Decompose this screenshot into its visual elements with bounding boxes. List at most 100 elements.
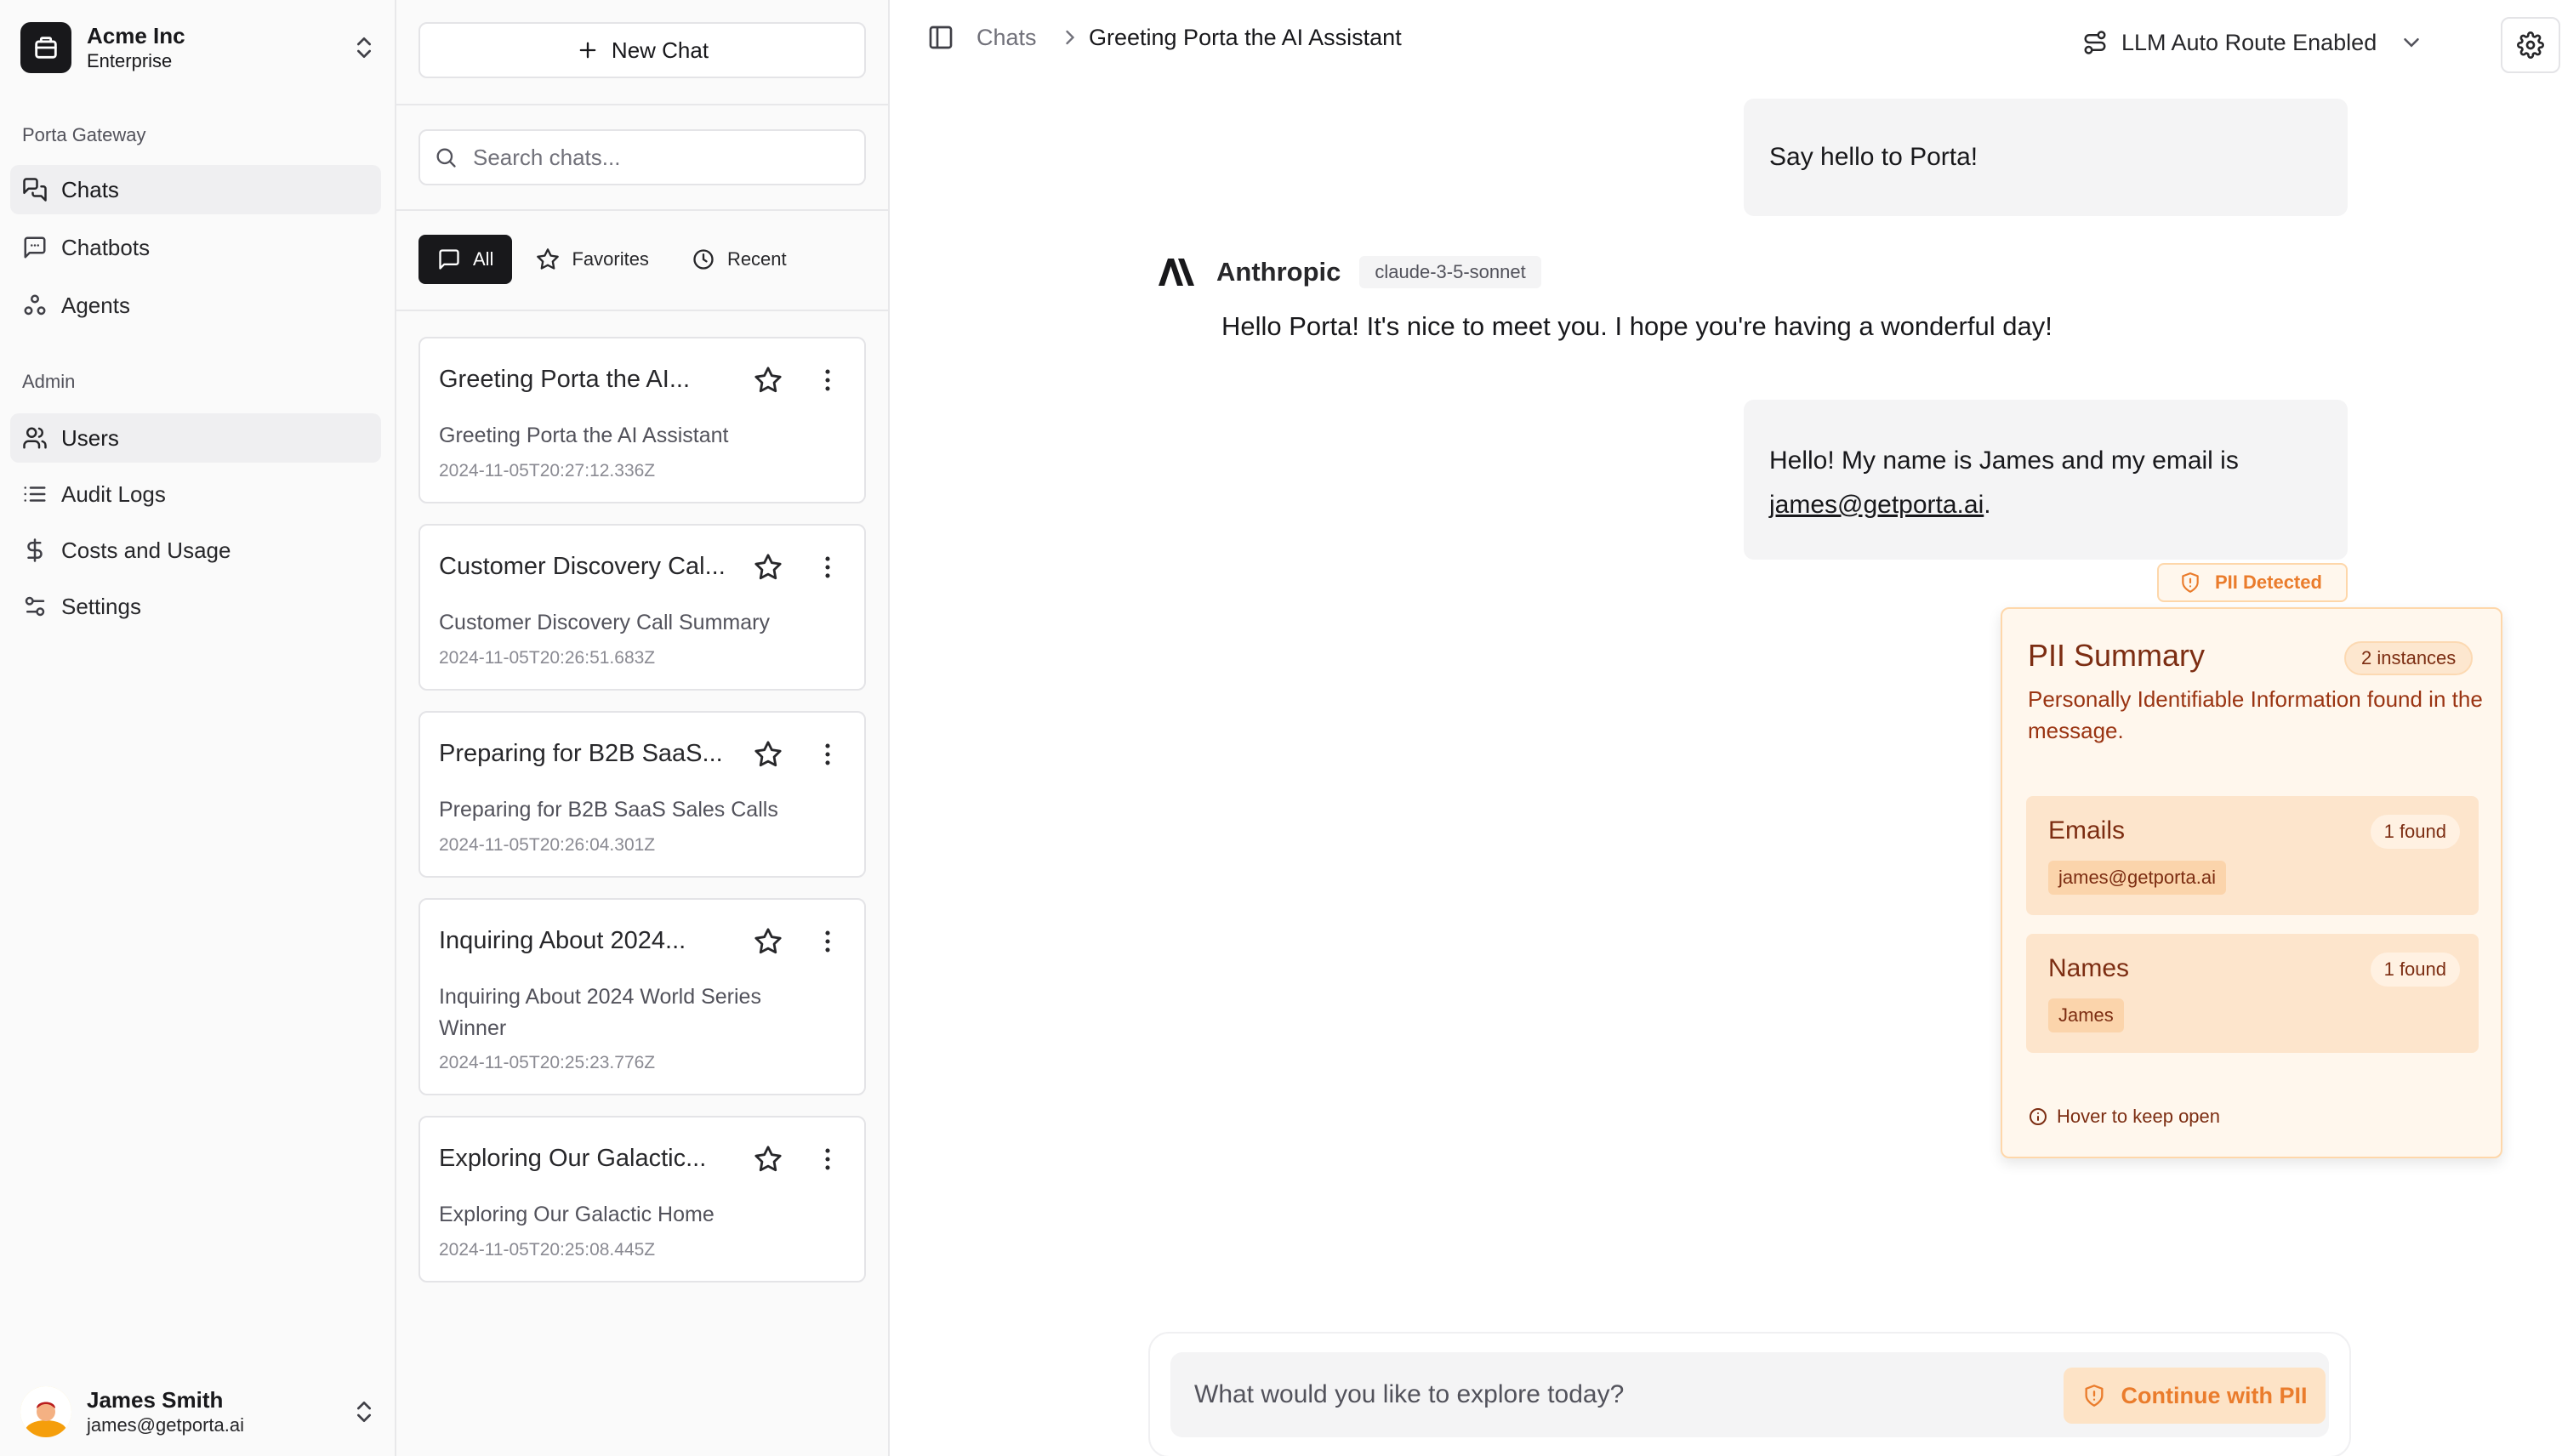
- message-text-suffix: .: [1984, 491, 1991, 519]
- search-icon: [436, 148, 456, 168]
- star-icon: [537, 248, 560, 270]
- gear-icon: [2517, 31, 2544, 59]
- pii-detected-badge[interactable]: PII Detected: [2157, 563, 2348, 602]
- assistant-provider: Anthropic: [1216, 257, 1341, 287]
- user-email: james@getporta.ai: [87, 1414, 244, 1436]
- sidebar-item-label: Chatbots: [61, 234, 151, 260]
- users-icon: [23, 427, 47, 449]
- pii-group-title: Names: [2048, 954, 2130, 982]
- user-message: Say hello to Porta!: [1744, 99, 2348, 216]
- pii-found-badge: 1 found: [2370, 815, 2460, 849]
- continue-with-pii-button[interactable]: Continue with PII: [2064, 1368, 2326, 1424]
- sidebar-item-label: Audit Logs: [61, 481, 166, 507]
- sidebar-item-label: Users: [61, 424, 119, 451]
- sidebar-item-chatbots[interactable]: Chatbots: [10, 223, 381, 272]
- sidebar-item-costs[interactable]: Costs and Usage: [10, 526, 381, 575]
- divider: [396, 310, 888, 311]
- sidebar-item-chats[interactable]: Chats: [10, 165, 381, 214]
- star-icon[interactable]: [754, 927, 783, 956]
- pii-hover-text: Hover to keep open: [2057, 1106, 2221, 1127]
- settings-button[interactable]: [2501, 17, 2560, 73]
- filter-recent[interactable]: Recent: [673, 235, 806, 284]
- pii-hover-hint: Hover to keep open: [2028, 1106, 2220, 1128]
- search-box[interactable]: [418, 129, 866, 185]
- shield-alert-icon: [2085, 1385, 2103, 1407]
- breadcrumb-root[interactable]: Chats: [976, 24, 1037, 51]
- chat-subtitle: Exploring Our Galactic Home: [439, 1203, 715, 1226]
- chat-list-item[interactable]: Preparing for B2B SaaS... Preparing for …: [418, 711, 866, 878]
- pii-group-title: Emails: [2048, 816, 2126, 845]
- pii-description: Personally Identifiable Information foun…: [2028, 686, 2483, 743]
- chevron-right-icon: [1066, 30, 1075, 45]
- star-icon[interactable]: [754, 740, 783, 769]
- breadcrumb-current: Greeting Porta the AI Assistant: [1089, 25, 1402, 50]
- chat-subtitle: Customer Discovery Call Summary: [439, 611, 770, 634]
- message-square-icon: [439, 249, 459, 270]
- section-label-gateway: Porta Gateway: [22, 124, 146, 145]
- chat-title: Inquiring About 2024...: [439, 927, 686, 954]
- sidebar-item-label: Costs and Usage: [61, 537, 231, 563]
- search-input[interactable]: [473, 144, 864, 171]
- model-badge: claude-3-5-sonnet: [1359, 256, 1541, 288]
- chat-date: 2024-11-05T20:26:04.301Z: [439, 835, 656, 855]
- chat-list-item[interactable]: Inquiring About 2024... Inquiring About …: [418, 898, 866, 1095]
- llm-route-dropdown[interactable]: LLM Auto Route Enabled: [2082, 26, 2424, 60]
- chat-title: Preparing for B2B SaaS...: [439, 740, 723, 767]
- pii-value-chip: James: [2048, 998, 2124, 1032]
- filter-all[interactable]: All: [418, 235, 513, 284]
- assistant-message-text: Hello Porta! It's nice to meet you. I ho…: [1221, 311, 2052, 341]
- info-icon: [2030, 1108, 2047, 1125]
- pii-count-badge: 2 instances: [2344, 641, 2474, 675]
- sidebar-item-settings[interactable]: Settings: [10, 582, 381, 631]
- anthropic-logo-icon: [1159, 259, 1194, 286]
- chat-date: 2024-11-05T20:25:08.445Z: [439, 1240, 656, 1260]
- chat-title: Customer Discovery Cal...: [439, 553, 726, 580]
- more-vertical-icon[interactable]: [813, 1145, 842, 1174]
- chat-list-item[interactable]: Exploring Our Galactic... Exploring Our …: [418, 1116, 866, 1283]
- star-icon[interactable]: [754, 1145, 783, 1174]
- dollar-icon: [27, 538, 43, 562]
- plus-icon: [579, 42, 596, 59]
- filter-label: Favorites: [572, 248, 649, 270]
- chat-subtitle: Inquiring About 2024 World Series Winner: [439, 985, 761, 1040]
- message-text: Say hello to Porta!: [1769, 143, 1978, 171]
- more-vertical-icon[interactable]: [813, 927, 842, 956]
- sidebar-toggle-icon[interactable]: [927, 24, 954, 51]
- clock-icon: [693, 249, 714, 270]
- chevron-updown-icon: [357, 37, 371, 58]
- chat-title: Exploring Our Galactic...: [439, 1145, 707, 1172]
- star-icon[interactable]: [754, 366, 783, 395]
- chat-list-panel: New Chat All Favorites Recent Greeting P…: [396, 0, 890, 1456]
- org-logo-icon: [20, 22, 71, 73]
- chat-subtitle: Greeting Porta the AI Assistant: [439, 424, 729, 447]
- org-switcher[interactable]: Acme Inc Enterprise: [20, 20, 378, 75]
- org-plan: Enterprise: [87, 50, 173, 71]
- assistant-header: Anthropic claude-3-5-sonnet: [1157, 252, 1541, 293]
- chat-list-item[interactable]: Customer Discovery Cal... Customer Disco…: [418, 524, 866, 691]
- new-chat-label: New Chat: [611, 37, 709, 63]
- chats-icon: [23, 178, 47, 202]
- more-vertical-icon[interactable]: [813, 366, 842, 395]
- sidebar-item-label: Settings: [61, 593, 141, 619]
- email-link[interactable]: james@getporta.ai: [1769, 491, 1984, 519]
- more-vertical-icon[interactable]: [813, 740, 842, 769]
- sidebar-item-audit-logs[interactable]: Audit Logs: [10, 469, 381, 519]
- org-name: Acme Inc: [87, 23, 185, 48]
- message-input[interactable]: [1194, 1376, 2045, 1413]
- filter-favorites[interactable]: Favorites: [517, 235, 667, 284]
- chat-list-item[interactable]: Greeting Porta the AI... Greeting Porta …: [418, 337, 866, 503]
- avatar: [20, 1386, 71, 1437]
- filter-label: All: [473, 248, 494, 270]
- star-icon[interactable]: [754, 553, 783, 582]
- shield-alert-icon: [2182, 572, 2199, 593]
- pii-title: PII Summary: [2028, 638, 2206, 673]
- section-label-admin: Admin: [22, 371, 76, 392]
- sidebar-item-users[interactable]: Users: [10, 413, 381, 463]
- sidebar-item-agents[interactable]: Agents: [10, 281, 381, 330]
- chat-title: Greeting Porta the AI...: [439, 366, 690, 393]
- sliders-icon: [25, 596, 45, 617]
- filter-tabs: All Favorites Recent: [418, 235, 811, 284]
- more-vertical-icon[interactable]: [813, 553, 842, 582]
- new-chat-button[interactable]: New Chat: [418, 22, 866, 78]
- user-menu[interactable]: James Smith james@getporta.ai: [20, 1381, 378, 1442]
